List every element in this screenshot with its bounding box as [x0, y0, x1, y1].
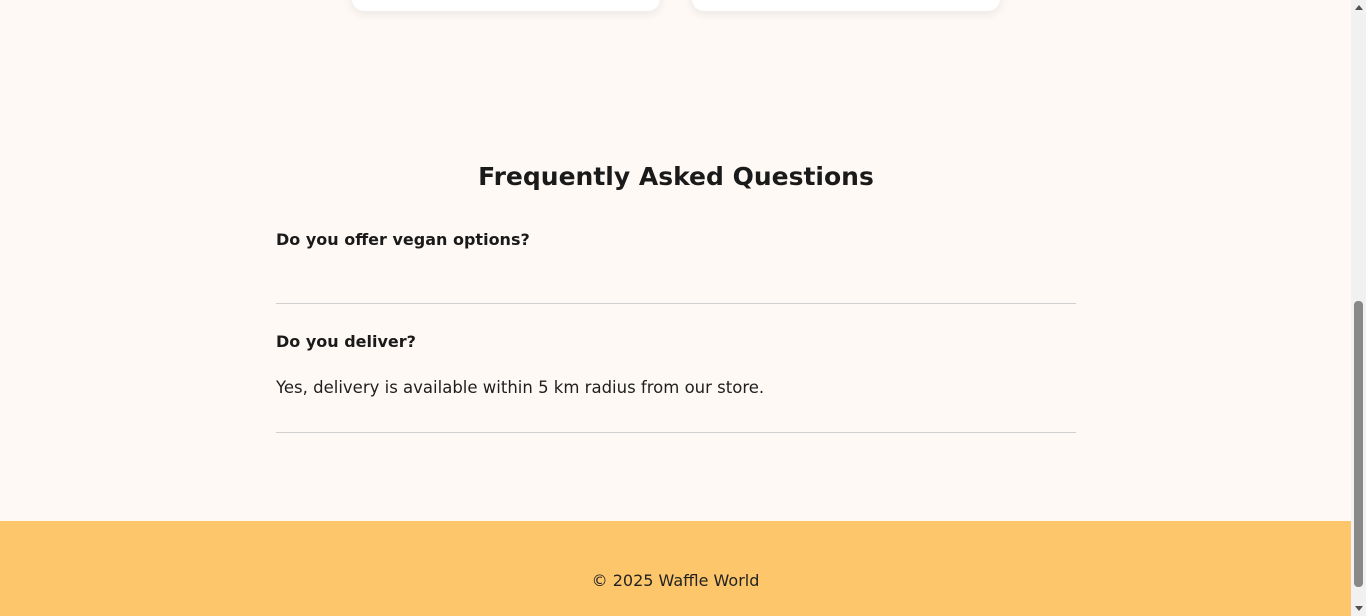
- faq-question[interactable]: Do you deliver?: [276, 330, 1076, 354]
- faq-answer: Yes, delivery is available within 5 km r…: [276, 378, 765, 397]
- scrollbar-thumb[interactable]: [1354, 301, 1363, 587]
- product-card: [692, 0, 1000, 11]
- page: Frequently Asked Questions Do you offer …: [0, 0, 1351, 616]
- faq-item: Do you offer vegan options?: [276, 228, 1076, 304]
- vertical-scrollbar[interactable]: [1351, 0, 1366, 616]
- scroll-up-button[interactable]: [1351, 0, 1366, 15]
- faq-question[interactable]: Do you offer vegan options?: [276, 228, 1076, 252]
- faq-section: Frequently Asked Questions Do you offer …: [276, 160, 1076, 433]
- footer: © 2025 Waffle World: [0, 521, 1351, 616]
- triangle-down-icon: [1354, 606, 1363, 611]
- scroll-down-button[interactable]: [1351, 601, 1366, 616]
- product-card: [352, 0, 660, 11]
- faq-item: Do you deliver? Yes, delivery is availab…: [276, 330, 1076, 433]
- faq-title: Frequently Asked Questions: [478, 162, 874, 191]
- triangle-up-icon: [1354, 5, 1363, 10]
- footer-copyright: © 2025 Waffle World: [591, 571, 760, 590]
